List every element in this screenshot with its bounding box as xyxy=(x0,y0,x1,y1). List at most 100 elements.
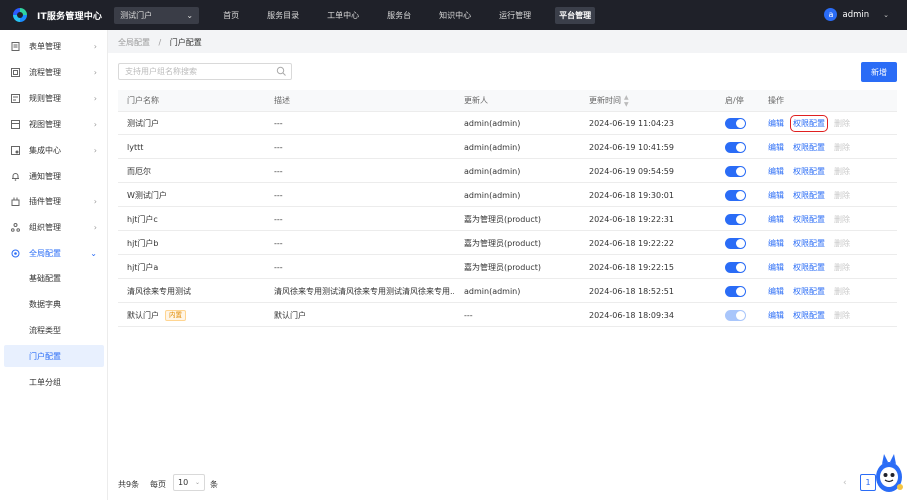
breadcrumb-parent[interactable]: 全局配置 xyxy=(118,38,150,47)
nav-service-desk[interactable]: 服务台 xyxy=(383,7,415,24)
view-icon xyxy=(11,119,20,129)
main-nav: 首页 服务目录 工单中心 服务台 知识中心 运行管理 平台管理 xyxy=(219,6,615,24)
page-size-select[interactable]: 10 ⌄ xyxy=(173,474,205,491)
chevron-right-icon: › xyxy=(93,196,97,206)
integration-icon xyxy=(11,145,20,155)
sidebar-item-plugin[interactable]: 插件管理 › xyxy=(0,190,108,212)
cell-updater: 嘉为管理员(product) xyxy=(464,214,542,224)
sidebar-subitem-data-dictionary[interactable]: 数据字典 xyxy=(4,293,104,315)
chevron-right-icon: › xyxy=(93,222,97,232)
permission-config-link[interactable]: 权限配置 xyxy=(793,310,825,321)
permission-config-link[interactable]: 权限配置 xyxy=(793,142,825,153)
cell-update-time: 2024-06-18 19:22:31 xyxy=(589,214,674,224)
cell-description: --- xyxy=(274,166,283,176)
settings-icon xyxy=(11,249,20,258)
column-header-name: 门户名称 xyxy=(127,96,159,105)
cell-enable xyxy=(725,304,765,326)
sidebar-item-integration[interactable]: 集成中心 › xyxy=(0,139,108,161)
table-header: 门户名称 描述 更新人 更新时间 ▲ ▼ 启/停 操作 xyxy=(118,90,897,112)
add-button[interactable]: 新增 xyxy=(861,62,897,82)
cell-name: hjt门户c xyxy=(127,208,267,230)
table-row: 测试门户 --- admin(admin) 2024-06-19 11:04:23 编辑… xyxy=(118,112,897,135)
portal-name: 测试门户 xyxy=(127,118,159,128)
nav-service-catalog[interactable]: 服务目录 xyxy=(263,7,303,24)
sidebar-item-rule[interactable]: 规则管理 › xyxy=(0,87,108,109)
sidebar-item-org[interactable]: 组织管理 › xyxy=(0,216,108,238)
portal-select[interactable]: 测试门户 ⌄ xyxy=(114,6,200,24)
sidebar-item-notification[interactable]: 通知管理 xyxy=(0,165,108,187)
portal-name: lyttt xyxy=(127,142,144,152)
enable-toggle[interactable] xyxy=(725,141,746,153)
permission-config-link[interactable]: 权限配置 xyxy=(793,262,825,273)
edit-link[interactable]: 编辑 xyxy=(768,238,784,249)
enable-toggle[interactable] xyxy=(725,261,746,273)
delete-link: 删除 xyxy=(834,166,850,176)
enable-toggle[interactable] xyxy=(725,117,746,129)
rule-icon xyxy=(11,93,20,103)
assistant-mascot-icon[interactable] xyxy=(872,447,906,495)
nav-knowledge-center[interactable]: 知识中心 xyxy=(435,7,475,24)
sidebar-item-flow[interactable]: 流程管理 › xyxy=(0,61,108,83)
enable-toggle[interactable] xyxy=(725,213,746,225)
chevron-down-icon: ⌄ xyxy=(194,479,200,486)
prev-page-icon[interactable]: ‹ xyxy=(843,478,847,488)
edit-link[interactable]: 编辑 xyxy=(768,262,784,273)
cell-description: 清风徐来专用测试清风徐来专用测试清风徐来专用... xyxy=(274,286,454,296)
cell-actions: 编辑 权限配置 删除 xyxy=(768,112,878,134)
search-input[interactable] xyxy=(119,64,269,79)
edit-link[interactable]: 编辑 xyxy=(768,118,784,129)
edit-link[interactable]: 编辑 xyxy=(768,142,784,153)
permission-config-link[interactable]: 权限配置 xyxy=(793,166,825,177)
chevron-right-icon: › xyxy=(93,67,97,77)
cell-updater: admin(admin) xyxy=(464,166,521,176)
sort-icon[interactable]: ▲ ▼ xyxy=(624,94,629,108)
cell-updater: 嘉为管理员(product) xyxy=(464,238,542,248)
permission-config-link[interactable]: 权限配置 xyxy=(790,114,828,132)
user-menu[interactable]: a admin ⌄ xyxy=(824,8,889,21)
table-row: hjt门户b --- 嘉为管理员(product) 2024-06-18 19:22:… xyxy=(118,232,897,255)
enable-toggle[interactable] xyxy=(725,285,746,297)
cell-enable xyxy=(725,280,765,302)
cell-updater: --- xyxy=(464,310,473,320)
nav-ticket-center[interactable]: 工单中心 xyxy=(323,7,363,24)
column-header-update-time[interactable]: 更新时间 ▲ ▼ xyxy=(589,90,709,111)
nav-platform-management[interactable]: 平台管理 xyxy=(555,6,596,24)
nav-operations[interactable]: 运行管理 xyxy=(495,7,535,24)
delete-link: 删除 xyxy=(834,190,850,200)
permission-config-link[interactable]: 权限配置 xyxy=(793,190,825,201)
sidebar-subitem-basic-config[interactable]: 基础配置 xyxy=(4,267,104,289)
edit-link[interactable]: 编辑 xyxy=(768,214,784,225)
enable-toggle xyxy=(725,309,746,321)
page-size-value: 10 xyxy=(178,478,189,487)
enable-toggle[interactable] xyxy=(725,165,746,177)
permission-config-link[interactable]: 权限配置 xyxy=(793,238,825,249)
chevron-right-icon: › xyxy=(93,93,97,103)
nav-home[interactable]: 首页 xyxy=(219,7,243,24)
sidebar-item-label: 通知管理 xyxy=(29,171,61,181)
permission-config-link[interactable]: 权限配置 xyxy=(793,286,825,297)
enable-toggle[interactable] xyxy=(725,189,746,201)
enable-toggle[interactable] xyxy=(725,237,746,249)
permission-config-link[interactable]: 权限配置 xyxy=(793,214,825,225)
sidebar-item-view[interactable]: 视图管理 › xyxy=(0,113,108,135)
breadcrumb-current: 门户配置 xyxy=(169,38,202,47)
sidebar-item-form[interactable]: 表单管理 › xyxy=(0,35,108,57)
search-icon[interactable] xyxy=(276,66,287,77)
sidebar-subitem-flow-type[interactable]: 流程类型 xyxy=(4,319,104,341)
sidebar-item-label: 规则管理 xyxy=(29,93,61,103)
column-header-actions: 操作 xyxy=(768,96,784,105)
sidebar-subitem-ticket-group[interactable]: 工单分组 xyxy=(4,371,104,393)
edit-link[interactable]: 编辑 xyxy=(768,286,784,297)
cell-name: 测试门户 xyxy=(127,112,267,134)
sidebar-item-global-config[interactable]: 全局配置 ⌄ xyxy=(0,242,108,264)
edit-link[interactable]: 编辑 xyxy=(768,166,784,177)
portal-name: W测试门户 xyxy=(127,190,167,200)
cell-description: 默认门户 xyxy=(274,310,306,320)
delete-link: 删除 xyxy=(834,262,850,272)
sidebar-subitem-portal-config[interactable]: 门户配置 xyxy=(4,345,104,367)
user-name: admin xyxy=(842,9,870,20)
edit-link[interactable]: 编辑 xyxy=(768,190,784,201)
delete-link: 删除 xyxy=(834,118,850,128)
edit-link[interactable]: 编辑 xyxy=(768,310,784,321)
search-box[interactable] xyxy=(118,63,292,80)
